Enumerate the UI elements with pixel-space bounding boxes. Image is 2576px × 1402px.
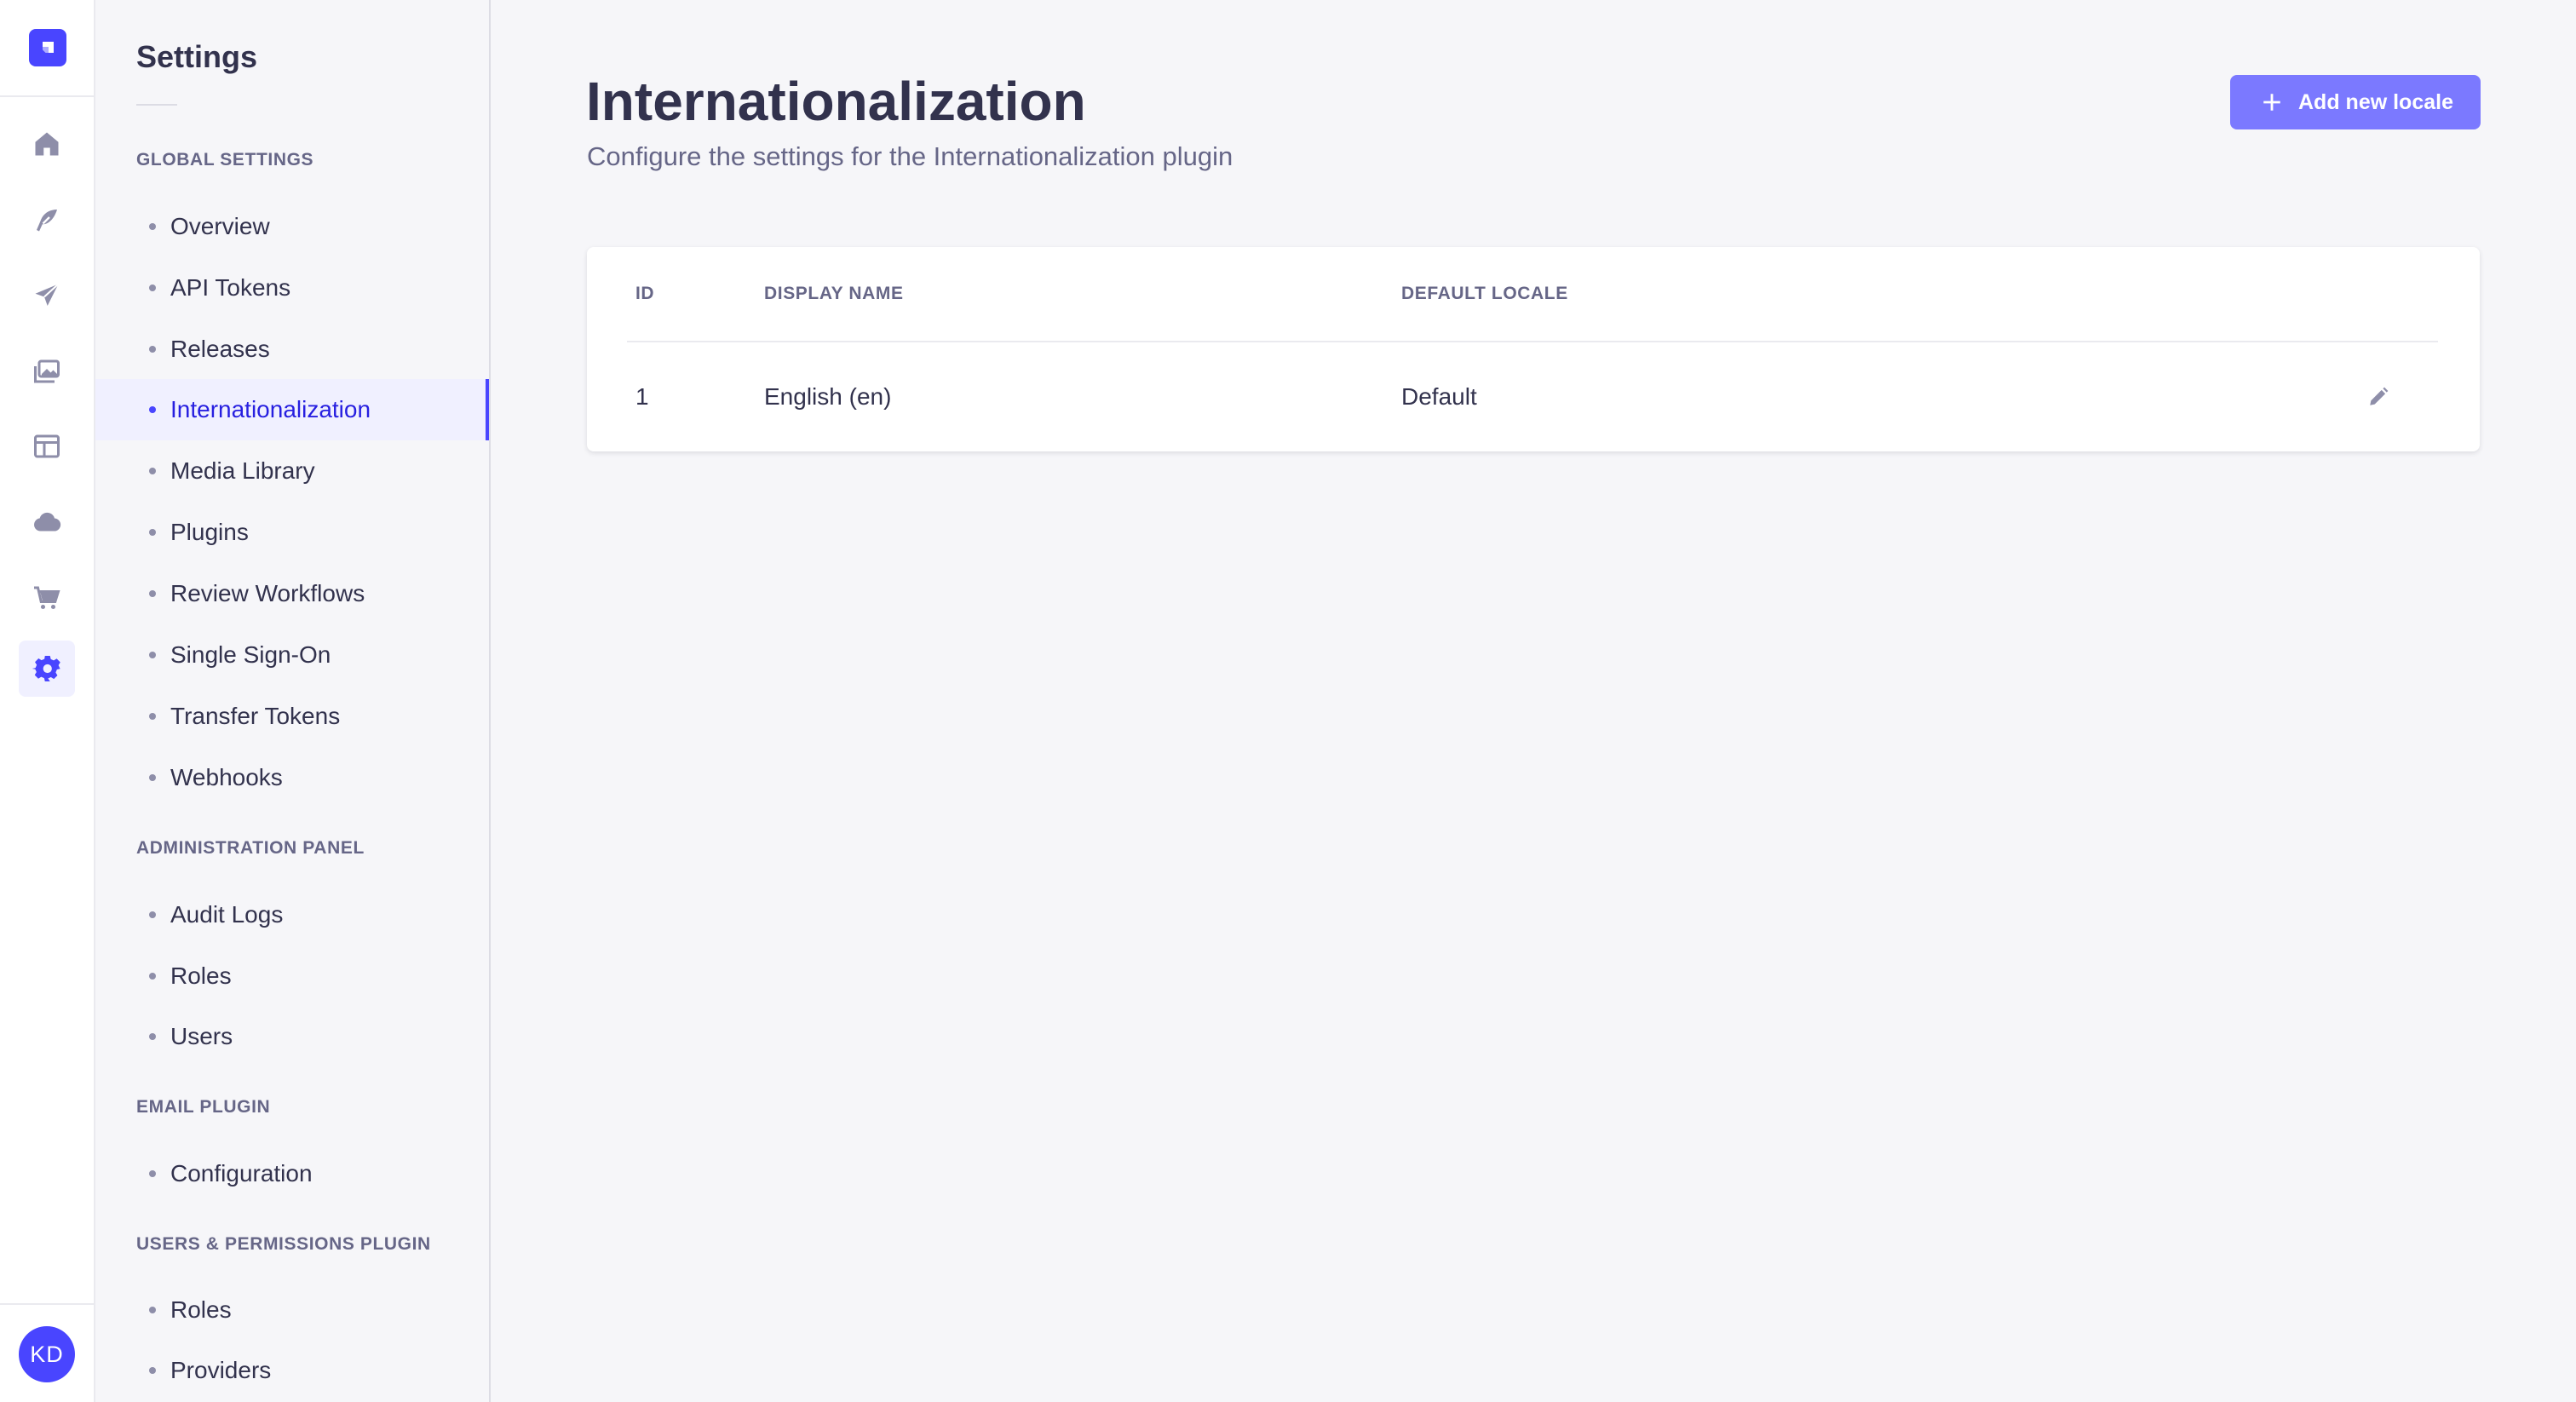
subnav-item-transfer-tokens[interactable]: Transfer Tokens [95, 686, 489, 747]
subnav-item-label: Media Library [170, 457, 315, 484]
main-content: Internationalization Configure the setti… [492, 0, 2576, 1402]
rail-footer-divider [0, 1303, 94, 1305]
subnav-item-roles[interactable]: Roles [95, 945, 489, 1007]
subnav-item-label: Single Sign-On [170, 641, 331, 668]
subnav-item-label: Webhooks [170, 764, 283, 790]
bullet-icon [149, 1367, 156, 1374]
add-new-locale-button[interactable]: Add new locale [2230, 75, 2481, 129]
images-icon [34, 359, 60, 383]
subnav-item-media-library[interactable]: Media Library [95, 440, 489, 502]
cell-default-locale: Default [1401, 383, 1477, 410]
plus-icon [2263, 94, 2280, 111]
user-avatar[interactable]: KD [19, 1326, 75, 1382]
bullet-icon [149, 1033, 156, 1040]
rail-divider [0, 95, 94, 97]
pencil-icon [2370, 387, 2389, 405]
subnav-item-providers[interactable]: Providers [95, 1340, 489, 1401]
subnav-item-label: API Tokens [170, 274, 291, 301]
subnav-item-label: Roles [170, 962, 232, 989]
gear-icon [32, 656, 60, 681]
app: KD Settings Global Settings Overview API… [0, 0, 2576, 1402]
table-header-divider [627, 341, 2438, 342]
bullet-icon [149, 973, 156, 980]
nav-content-manager[interactable] [19, 418, 75, 474]
subnav-item-audit-logs[interactable]: Audit Logs [95, 884, 489, 945]
cell-display-name: English (en) [764, 383, 892, 410]
logo-icon [43, 42, 54, 53]
feather-icon [37, 210, 57, 232]
subnav-item-releases[interactable]: Releases [95, 319, 489, 380]
column-header-id[interactable]: ID [635, 284, 654, 304]
bullet-icon [149, 1170, 156, 1177]
subnav-item-label: Users [170, 1023, 233, 1049]
app-logo[interactable] [29, 29, 66, 66]
bullet-icon [149, 284, 156, 291]
subnav-item-configuration[interactable]: Configuration [95, 1143, 489, 1204]
bullet-icon [149, 346, 156, 353]
column-header-default-locale[interactable]: Default locale [1401, 284, 1568, 304]
subnav-item-label: Review Workflows [170, 580, 365, 606]
bullet-icon [149, 652, 156, 658]
section-title-administration-panel: Administration Panel [136, 838, 365, 858]
subnav-item-label: Providers [170, 1357, 272, 1383]
column-header-display-name[interactable]: Display name [764, 284, 904, 304]
subnav-item-label: Configuration [170, 1160, 313, 1187]
section-title-email-plugin: Email Plugin [136, 1097, 271, 1117]
bullet-icon [149, 223, 156, 230]
subnav-title: Settings [136, 39, 258, 74]
subnav-item-internationalization[interactable]: Internationalization [95, 379, 489, 440]
bullet-icon [149, 468, 156, 474]
nav-cloud[interactable] [19, 494, 75, 550]
section-title-global-settings: Global Settings [136, 150, 314, 170]
subnav-item-label: Roles [170, 1296, 232, 1323]
subnav-item-users[interactable]: Users [95, 1006, 489, 1067]
cloud-icon [34, 512, 61, 531]
paper-plane-icon [35, 283, 60, 306]
bullet-icon [149, 1307, 156, 1313]
nav-media-library[interactable] [19, 343, 75, 399]
main-nav-rail: KD [0, 0, 95, 1402]
subnav-item-up-roles[interactable]: Roles [95, 1279, 489, 1341]
subnav-item-label: Overview [170, 213, 270, 239]
layout-icon [34, 434, 60, 458]
subnav-item-label: Audit Logs [170, 901, 284, 928]
page-subtitle: Configure the settings for the Internati… [587, 141, 1233, 171]
bullet-icon [149, 529, 156, 536]
subnav-item-label: Internationalization [170, 396, 371, 422]
edit-locale-button[interactable] [2361, 380, 2395, 414]
nav-home[interactable] [19, 116, 75, 172]
subnav-item-label: Plugins [170, 519, 249, 545]
shopping-cart-icon [34, 586, 60, 610]
add-new-locale-label: Add new locale [2298, 89, 2453, 114]
section-title-users-permissions-plugin: Users & Permissions Plugin [136, 1234, 431, 1254]
nav-settings[interactable] [19, 641, 75, 697]
cell-id: 1 [635, 383, 649, 410]
subnav-item-overview[interactable]: Overview [95, 196, 489, 257]
nav-releases[interactable] [19, 267, 75, 324]
nav-content-type-builder[interactable] [19, 192, 75, 248]
subnav-item-label: Transfer Tokens [170, 703, 341, 729]
settings-subnav: Settings Global Settings Overview API To… [95, 0, 491, 1402]
bullet-icon [149, 590, 156, 597]
subnav-title-divider [136, 104, 177, 106]
home-icon [35, 132, 59, 156]
subnav-item-label: Releases [170, 336, 270, 362]
locales-table-card [587, 247, 2480, 451]
subnav-item-review-workflows[interactable]: Review Workflows [95, 563, 489, 624]
bullet-icon [149, 774, 156, 781]
subnav-item-plugins[interactable]: Plugins [95, 502, 489, 563]
page-title: Internationalization [586, 71, 1086, 132]
subnav-item-webhooks[interactable]: Webhooks [95, 747, 489, 808]
bullet-icon [149, 713, 156, 720]
bullet-icon [149, 406, 156, 413]
subnav-item-api-tokens[interactable]: API Tokens [95, 257, 489, 319]
nav-marketplace[interactable] [19, 570, 75, 626]
subnav-item-single-sign-on[interactable]: Single Sign-On [95, 624, 489, 686]
bullet-icon [149, 911, 156, 918]
